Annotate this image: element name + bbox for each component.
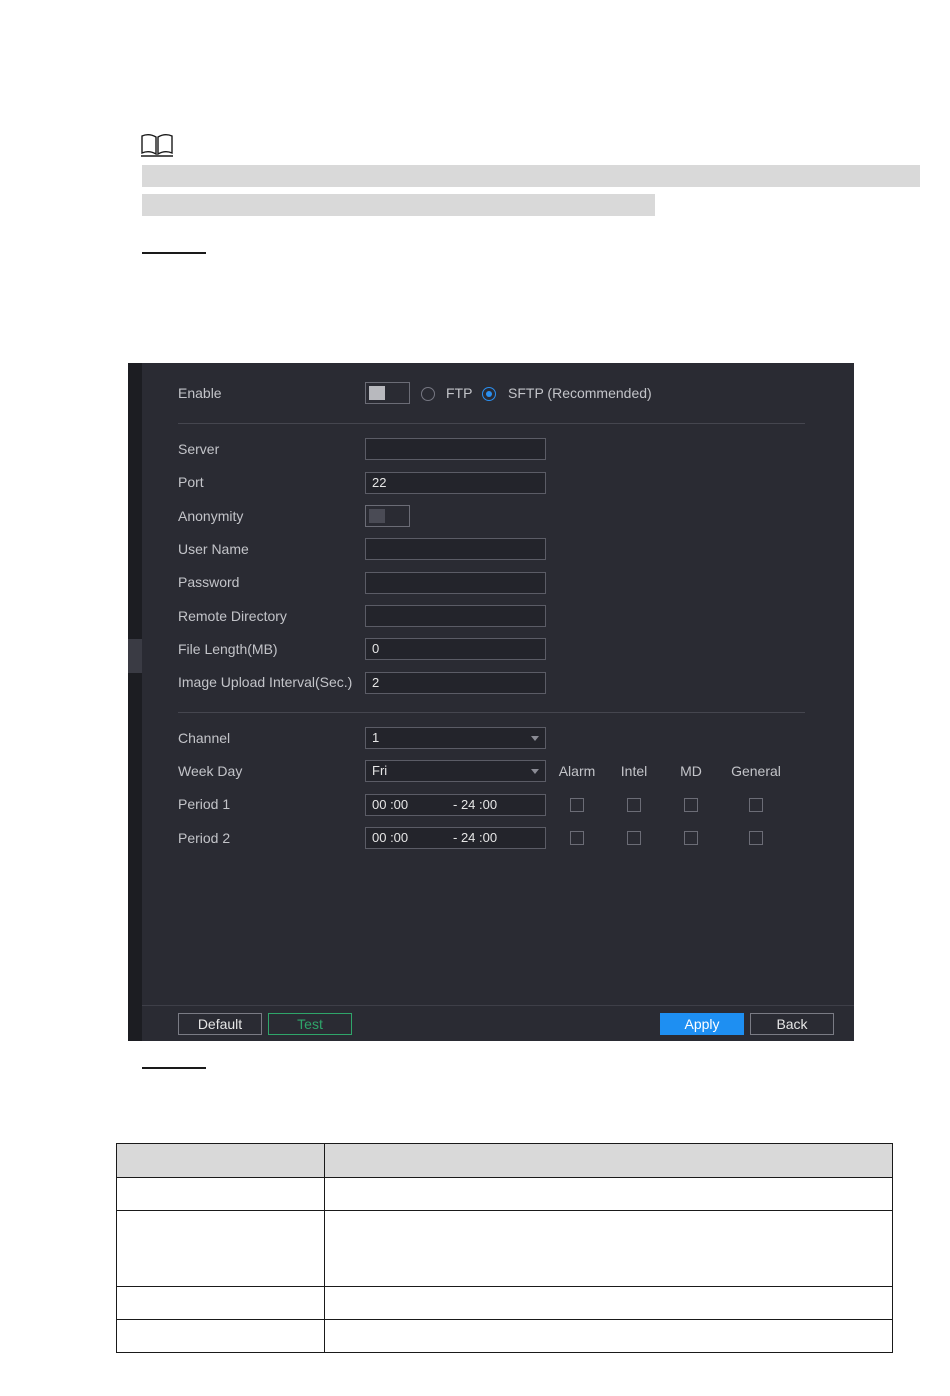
period-1-start: 00 :00 — [372, 797, 409, 812]
table-cell — [324, 1286, 893, 1320]
period-1-intel-checkbox[interactable] — [627, 798, 641, 812]
server-label: Server — [178, 441, 220, 457]
period-1-time-input[interactable]: 00 :00 - 24 :00 — [365, 794, 546, 816]
chevron-down-icon — [531, 736, 539, 741]
enable-toggle[interactable] — [365, 382, 410, 404]
period-1-md-checkbox[interactable] — [684, 798, 698, 812]
period-2-general-checkbox[interactable] — [749, 831, 763, 845]
step-marker-underline — [142, 1067, 206, 1069]
default-button[interactable]: Default — [178, 1013, 262, 1035]
ftp-radio-label: FTP — [446, 385, 473, 401]
period-1-general-checkbox[interactable] — [749, 798, 763, 812]
table-cell — [116, 1319, 325, 1353]
port-input[interactable]: 22 — [365, 472, 546, 494]
period-2-time-input[interactable]: 00 :00 - 24 :00 — [365, 827, 546, 849]
table-row — [116, 1286, 893, 1320]
anonymity-toggle[interactable] — [365, 505, 410, 527]
redacted-note-line-1 — [142, 165, 920, 187]
period-1-label: Period 1 — [178, 796, 231, 812]
footer-divider — [142, 1005, 854, 1006]
table-row — [116, 1177, 893, 1211]
channel-label: Channel — [178, 730, 231, 746]
column-intel: Intel — [620, 763, 648, 779]
period-2-label: Period 2 — [178, 830, 231, 846]
sftp-radio-label: SFTP (Recommended) — [508, 385, 652, 401]
column-alarm: Alarm — [558, 763, 596, 779]
table-row — [116, 1210, 893, 1287]
user-name-label: User Name — [178, 541, 249, 557]
toggle-knob — [369, 386, 385, 400]
week-day-select[interactable]: Fri — [365, 760, 546, 782]
column-general: General — [731, 763, 781, 779]
user-name-input[interactable] — [365, 538, 546, 560]
ftp-settings-panel: Enable FTP SFTP (Recommended) Server Por… — [128, 363, 854, 1041]
section-divider — [178, 712, 805, 713]
password-label: Password — [178, 574, 240, 590]
image-upload-interval-input[interactable]: 2 — [365, 672, 546, 694]
period-2-start: 00 :00 — [372, 830, 409, 845]
table-row — [116, 1319, 893, 1353]
enable-label: Enable — [178, 385, 222, 401]
table-header-cell — [324, 1143, 893, 1178]
apply-button[interactable]: Apply — [660, 1013, 744, 1035]
table-cell — [116, 1286, 325, 1320]
file-length-label: File Length(MB) — [178, 641, 278, 657]
period-2-alarm-checkbox[interactable] — [570, 831, 584, 845]
sftp-radio[interactable] — [482, 387, 496, 401]
week-day-label: Week Day — [178, 763, 243, 779]
channel-select-value: 1 — [372, 730, 380, 745]
remote-directory-label: Remote Directory — [178, 608, 287, 624]
table-cell — [116, 1177, 325, 1211]
server-input[interactable] — [365, 438, 546, 460]
table-header-cell — [116, 1143, 325, 1178]
anonymity-label: Anonymity — [178, 508, 244, 524]
week-day-select-value: Fri — [372, 763, 388, 778]
period-1-alarm-checkbox[interactable] — [570, 798, 584, 812]
table-cell — [324, 1319, 893, 1353]
period-2-md-checkbox[interactable] — [684, 831, 698, 845]
side-strip-handle[interactable] — [128, 639, 142, 673]
channel-select[interactable]: 1 — [365, 727, 546, 749]
side-strip — [128, 363, 142, 1041]
redacted-note-line-2 — [142, 194, 655, 216]
file-length-input[interactable]: 0 — [365, 638, 546, 660]
image-upload-interval-label: Image Upload Interval(Sec.) — [178, 674, 353, 690]
section-divider — [178, 423, 805, 424]
period-1-end: - 24 :00 — [453, 797, 498, 812]
table-cell — [324, 1177, 893, 1211]
column-md: MD — [680, 763, 702, 779]
remote-directory-input[interactable] — [365, 605, 546, 627]
port-label: Port — [178, 474, 204, 490]
parameter-table — [116, 1143, 893, 1353]
book-icon — [141, 134, 173, 157]
step-marker-underline — [142, 252, 206, 254]
chevron-down-icon — [531, 769, 539, 774]
ftp-radio[interactable] — [421, 387, 435, 401]
toggle-knob — [369, 509, 385, 523]
table-header-row — [116, 1143, 893, 1178]
period-2-intel-checkbox[interactable] — [627, 831, 641, 845]
test-button[interactable]: Test — [268, 1013, 352, 1035]
password-input[interactable] — [365, 572, 546, 594]
table-cell — [116, 1210, 325, 1287]
table-cell — [324, 1210, 893, 1287]
period-2-end: - 24 :00 — [453, 830, 498, 845]
back-button[interactable]: Back — [750, 1013, 834, 1035]
